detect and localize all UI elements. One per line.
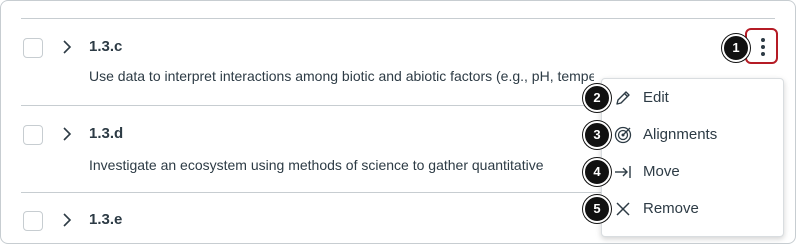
menu-item-label: Edit xyxy=(643,89,669,106)
row-checkbox[interactable] xyxy=(23,38,43,58)
chevron-right-icon[interactable] xyxy=(60,127,74,141)
menu-item-label: Alignments xyxy=(643,126,718,143)
menu-item-move[interactable]: Move xyxy=(602,154,783,191)
outcome-title[interactable]: 1.3.c xyxy=(89,38,122,55)
callout-badge: 1 xyxy=(722,34,750,62)
outcome-description: Investigate an ecosystem using methods o… xyxy=(89,157,544,173)
options-menu: Edit Alignments Move Remove xyxy=(601,78,784,237)
callout-badge: 2 xyxy=(583,84,611,112)
chevron-right-icon[interactable] xyxy=(60,40,74,54)
row-checkbox[interactable] xyxy=(23,125,43,145)
menu-item-remove[interactable]: Remove xyxy=(602,191,783,228)
menu-item-label: Remove xyxy=(643,200,699,217)
outcomes-list: 1.3.c Use data to interpret interactions… xyxy=(0,0,796,244)
menu-item-label: Move xyxy=(643,163,680,180)
callout-badge: 3 xyxy=(583,121,611,149)
outcome-description: Use data to interpret interactions among… xyxy=(89,68,594,84)
move-icon xyxy=(615,166,631,178)
row-divider xyxy=(21,18,775,19)
menu-item-edit[interactable]: Edit xyxy=(602,80,783,117)
target-icon xyxy=(614,126,632,144)
chevron-right-icon[interactable] xyxy=(60,213,74,227)
x-icon xyxy=(616,202,630,216)
outcome-title[interactable]: 1.3.e xyxy=(89,211,122,228)
outcome-title[interactable]: 1.3.d xyxy=(89,125,123,142)
callout-badge: 4 xyxy=(583,158,611,186)
callout-badge: 5 xyxy=(583,195,611,223)
menu-item-alignments[interactable]: Alignments xyxy=(602,117,783,154)
pencil-icon xyxy=(616,91,630,105)
row-checkbox[interactable] xyxy=(23,211,43,231)
